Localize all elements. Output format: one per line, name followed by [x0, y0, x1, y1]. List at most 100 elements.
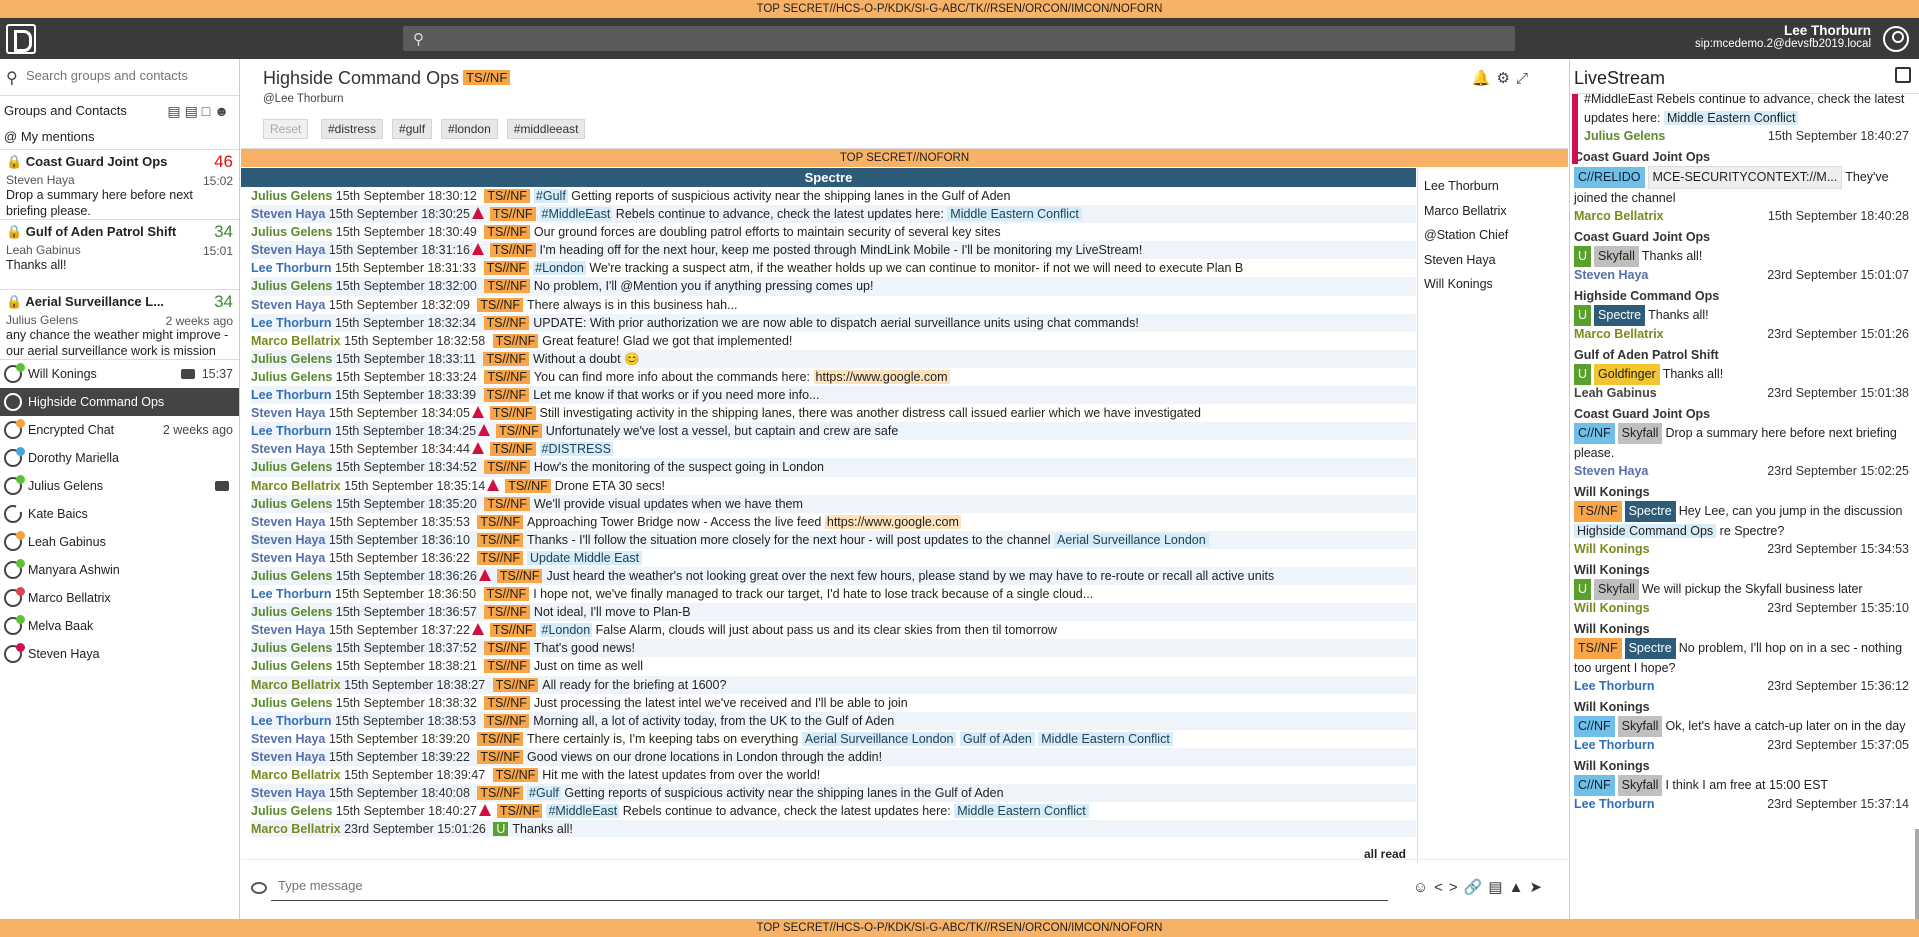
translate-icon[interactable]: ⚙ — [1497, 70, 1516, 87]
message-sender[interactable]: Julius Gelens — [251, 696, 332, 710]
message-sender[interactable]: Julius Gelens — [251, 460, 332, 474]
message-row[interactable]: Steven Haya 15th September 18:36:10 TS//… — [251, 530, 1416, 549]
message-sender[interactable]: Steven Haya — [251, 515, 325, 529]
livestream-item[interactable]: Highside Command Ops U Spectre Thanks all! M… — [1574, 288, 1915, 343]
message-row[interactable]: Marco Bellatrix 23rd September 15:01:26 … — [251, 820, 1416, 837]
message-row[interactable]: Marco Bellatrix 15th September 18:35:14 T… — [251, 477, 1416, 495]
group-actions-icons[interactable]: ▤▤□☻ — [167, 96, 233, 126]
message-input[interactable] — [278, 878, 1178, 893]
url-link[interactable]: https://www.google.com — [824, 514, 961, 529]
people-item[interactable]: Julius Gelens — [0, 472, 239, 500]
message-row[interactable]: Julius Gelens 15th September 18:36:26 TS/… — [251, 566, 1416, 586]
livestream-channel[interactable]: Will Konings — [1574, 758, 1915, 775]
tag-button[interactable]: #london — [441, 119, 498, 139]
livestream-channel[interactable]: Will Konings — [1574, 484, 1915, 501]
member-item[interactable]: @Station Chief — [1418, 223, 1568, 248]
tag-button[interactable]: #distress — [320, 119, 384, 139]
message-row[interactable]: Marco Bellatrix 15th September 18:32:58 … — [251, 332, 1416, 350]
send-icon[interactable]: ➤ — [1529, 879, 1548, 896]
message-row[interactable]: Lee Thorburn 15th September 18:31:33 TS/… — [251, 259, 1416, 277]
channel-link[interactable]: Aerial Surveillance London — [1053, 532, 1209, 547]
message-sender[interactable]: Marco Bellatrix — [251, 334, 341, 348]
message-row[interactable]: Steven Haya 15th September 18:40:08 TS//… — [251, 784, 1416, 803]
livestream-list[interactable]: #MiddleEast Rebels continue to advance, … — [1570, 94, 1915, 919]
message-row[interactable]: Marco Bellatrix 15th September 18:38:27 … — [251, 675, 1416, 694]
livestream-item[interactable]: Will Konings C//NF Skyfall I think I am fre… — [1574, 758, 1915, 813]
message-row[interactable]: Julius Gelens 15th September 18:37:52 TS… — [251, 639, 1416, 658]
channel-link[interactable]: Gulf of Aden — [959, 731, 1035, 746]
channel-link[interactable]: Middle Eastern Conflict — [947, 207, 1082, 222]
member-item[interactable]: Will Konings — [1418, 272, 1568, 297]
hashtag-link[interactable]: #London — [533, 261, 586, 276]
message-sender[interactable]: Steven Haya — [251, 442, 325, 456]
hashtag-link[interactable]: #MiddleEast — [546, 804, 620, 819]
eye-icon[interactable] — [251, 882, 267, 894]
message-sender[interactable]: Marco Bellatrix — [251, 768, 341, 782]
conversation-item[interactable]: 🔒 Coast Guard Joint Ops 46 Steven Haya 15:0… — [0, 150, 239, 220]
message-row[interactable]: Lee Thorburn 15th September 18:33:39 TS/… — [251, 386, 1416, 405]
hashtag-link[interactable]: #DISTRESS — [539, 442, 613, 457]
message-sender[interactable]: Steven Haya — [251, 551, 325, 565]
message-sender[interactable]: Julius Gelens — [251, 370, 332, 384]
livestream-item[interactable]: Will Konings C//NF Skyfall Ok, let's have a… — [1574, 699, 1915, 754]
message-sender[interactable]: Lee Thorburn — [251, 587, 332, 601]
code-icon[interactable]: <> — [1434, 879, 1464, 896]
message-row[interactable]: Lee Thorburn 15th September 18:36:50 TS/… — [251, 585, 1416, 603]
message-sender[interactable]: Julius Gelens — [251, 659, 332, 673]
message-row[interactable]: Lee Thorburn 15th September 18:34:25 TS//… — [251, 422, 1416, 441]
message-sender[interactable]: Steven Haya — [251, 732, 325, 746]
message-row[interactable]: Steven Haya 15th September 18:32:09 TS//… — [251, 296, 1416, 314]
message-sender[interactable]: Marco Bellatrix — [251, 479, 341, 493]
message-row[interactable]: Julius Gelens 15th September 18:34:52 TS… — [251, 458, 1416, 477]
file-icon[interactable]: ▤ — [1488, 879, 1508, 896]
message-sender[interactable]: Steven Haya — [251, 406, 325, 420]
channel-link[interactable]: Middle Eastern Conflict — [954, 804, 1089, 819]
livestream-channel[interactable]: Coast Guard Joint Ops — [1574, 149, 1915, 166]
message-row[interactable]: Julius Gelens 15th September 18:36:57 TS… — [251, 603, 1416, 622]
livestream-channel[interactable]: Highside Command Ops — [1574, 288, 1915, 305]
message-row[interactable]: Steven Haya 15th September 18:35:53 TS//… — [251, 513, 1416, 531]
link-icon[interactable]: 🔗 — [1464, 879, 1489, 896]
livestream-channel[interactable]: Coast Guard Joint Ops — [1574, 229, 1915, 246]
message-sender[interactable]: Steven Haya — [251, 207, 325, 221]
channel-link[interactable]: Highside Command Ops — [1574, 524, 1717, 538]
user-info[interactable]: Lee Thorburn sip:mcedemo.2@devsfb2019.lo… — [1695, 23, 1871, 50]
message-sender[interactable]: Steven Haya — [251, 750, 325, 764]
message-sender[interactable]: Lee Thorburn — [251, 714, 332, 728]
alert-icon[interactable]: ▲ — [1509, 879, 1530, 896]
hashtag-link[interactable]: #Gulf — [533, 189, 568, 203]
member-item[interactable]: Marco Bellatrix — [1418, 199, 1568, 224]
member-item[interactable]: Steven Haya — [1418, 248, 1568, 273]
hashtag-link[interactable]: #MiddleEast — [539, 207, 613, 222]
people-item[interactable]: Manyara Ashwin — [0, 556, 239, 584]
people-item[interactable]: Will Konings 15:37 — [0, 360, 239, 388]
livestream-item[interactable]: Will Konings U Skyfall We will pickup the S… — [1574, 562, 1915, 617]
message-sender[interactable]: Lee Thorburn — [251, 388, 332, 402]
channel-link[interactable]: Middle Eastern Conflict — [1663, 111, 1799, 125]
message-row[interactable]: Marco Bellatrix 15th September 18:39:47 … — [251, 766, 1416, 784]
message-sender[interactable]: Steven Haya — [251, 243, 325, 257]
message-sender[interactable]: Lee Thorburn — [251, 261, 332, 275]
message-row[interactable]: Julius Gelens 15th September 18:40:27 TS/… — [251, 802, 1416, 820]
my-mentions[interactable]: @ My mentions — [0, 126, 239, 150]
message-sender[interactable]: Steven Haya — [251, 786, 325, 800]
message-sender[interactable]: Julius Gelens — [251, 225, 332, 239]
bell-icon[interactable]: 🔔 — [1472, 70, 1497, 87]
message-row[interactable]: Lee Thorburn 15th September 18:32:34 TS/… — [251, 313, 1416, 332]
message-sender[interactable]: Julius Gelens — [251, 804, 332, 818]
livestream-item[interactable]: Coast Guard Joint Ops U Skyfall Thanks all!… — [1574, 229, 1915, 284]
message-row[interactable]: Julius Gelens 15th September 18:33:24 TS… — [251, 368, 1416, 386]
people-item[interactable]: Leah Gabinus — [0, 528, 239, 556]
message-row[interactable]: Steven Haya 15th September 18:34:05 TS//N… — [251, 404, 1416, 422]
people-item[interactable]: Kate Baics — [0, 500, 239, 528]
search-contacts-input[interactable] — [26, 68, 226, 83]
message-sender[interactable]: Steven Haya — [251, 298, 325, 312]
people-item[interactable]: Melva Baak — [0, 612, 239, 640]
livestream-channel[interactable]: Will Konings — [1574, 562, 1915, 579]
channel-link[interactable]: Middle Eastern Conflict — [1038, 731, 1173, 746]
message-list[interactable]: Julius Gelens 15th September 18:30:12 TS… — [241, 187, 1416, 837]
message-row[interactable]: Julius Gelens 15th September 18:30:49 TS… — [251, 223, 1416, 241]
global-search-input[interactable]: ⚲ — [403, 26, 1515, 51]
message-row[interactable]: Julius Gelens 15th September 18:33:11 TS… — [251, 349, 1416, 368]
message-row[interactable]: Julius Gelens 15th September 18:38:21 TS… — [251, 657, 1416, 675]
